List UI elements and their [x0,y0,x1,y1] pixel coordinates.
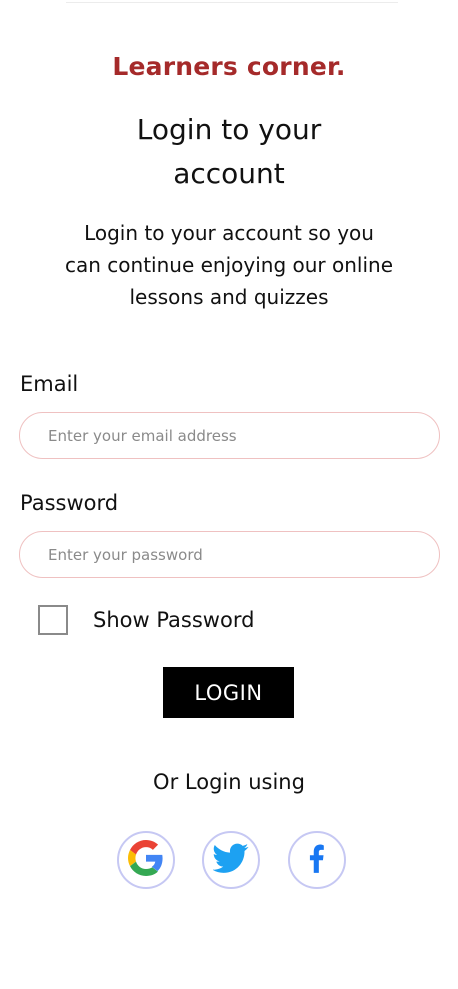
top-divider [66,2,398,3]
google-icon [128,840,164,880]
brand-name: Learners corner. [112,52,346,81]
email-input[interactable] [19,412,440,459]
facebook-icon [300,841,334,879]
facebook-login-button[interactable] [288,831,346,889]
twitter-login-button[interactable] [202,831,260,889]
show-password-checkbox[interactable] [38,605,68,635]
social-login-prompt: Or Login using [153,770,305,794]
google-login-button[interactable] [117,831,175,889]
twitter-icon [212,840,249,880]
page-subtitle: Login to your account so you can continu… [65,221,393,309]
password-input[interactable] [19,531,440,578]
password-label: Password [20,491,119,515]
email-label: Email [20,372,79,396]
login-button[interactable]: LOGIN [163,667,294,718]
show-password-label: Show Password [93,608,255,632]
page-title: Login to your account [136,113,322,190]
